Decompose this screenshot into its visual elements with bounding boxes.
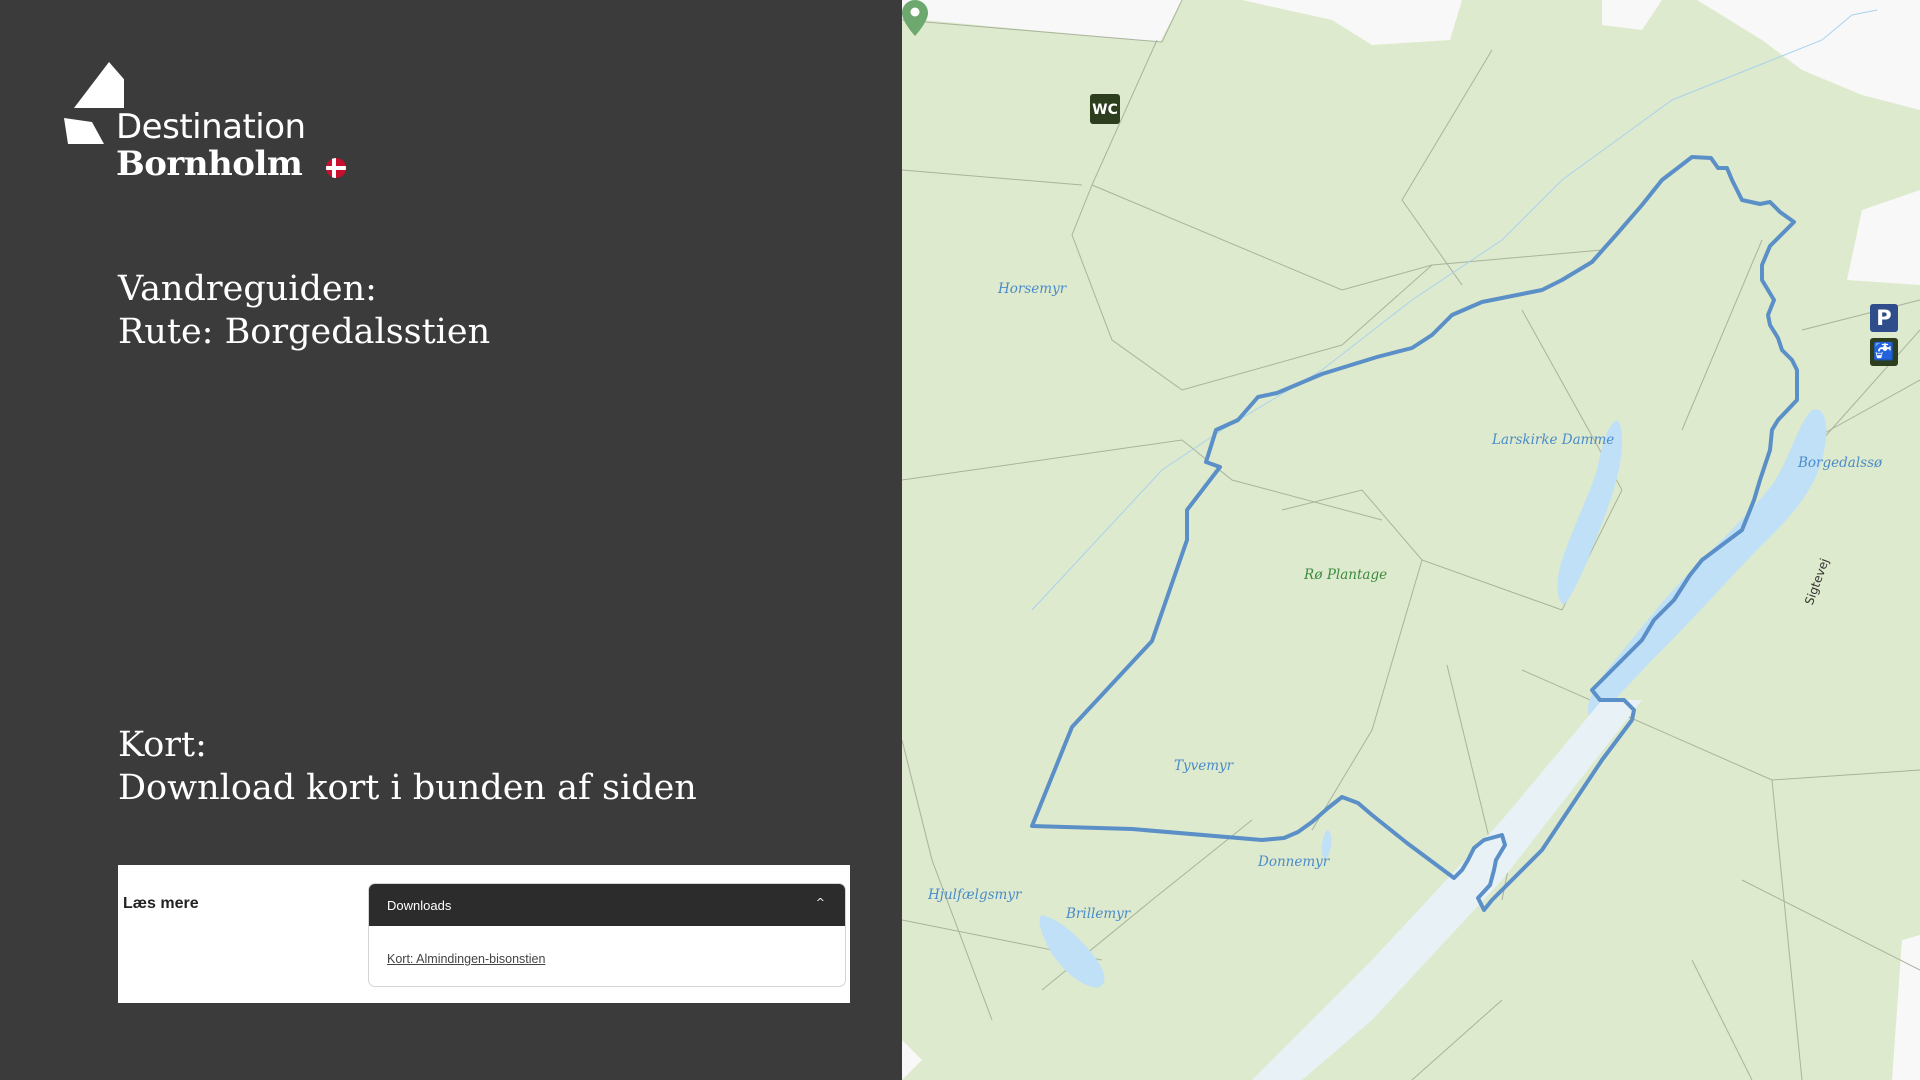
open-area (1697, 0, 1920, 110)
open-area (1892, 935, 1920, 1080)
map-label-larskirke-damme: Larskirke Damme (1492, 432, 1615, 448)
download-map-link[interactable]: Kort: Almindingen-bisonstien (387, 952, 545, 966)
marsh-area (1252, 700, 1642, 1080)
map-label-tyvemyr: Tyvemyr (1174, 758, 1234, 774)
map-label-donnemyr: Donnemyr (1258, 854, 1330, 870)
water-tap-icon[interactable]: 🚰 (1870, 338, 1898, 366)
map-canvas (902, 0, 1920, 1080)
route-heading-line1: Vandreguiden: (118, 269, 377, 309)
route-heading: Vandreguiden: Rute: Borgedalsstien (118, 268, 490, 354)
map-heading-line1: Kort: (118, 725, 207, 765)
location-pin-icon[interactable] (902, 0, 928, 36)
map-heading: Kort: Download kort i bunden af siden (118, 724, 697, 810)
logo-text-bornholm: Bornholm (116, 144, 303, 184)
map-heading-line2: Download kort i bunden af siden (118, 768, 697, 808)
open-area (1602, 0, 1662, 30)
downloads-section: Læs mere Downloads ^ Kort: Almindingen-b… (118, 865, 850, 1003)
downloads-accordion-title: Downloads (387, 898, 452, 913)
map-label-ro-plantage: Rø Plantage (1304, 567, 1388, 583)
chevron-up-icon: ^ (815, 896, 825, 909)
destination-bornholm-logo[interactable]: Destination Bornholm (64, 62, 364, 192)
parking-icon[interactable]: P (1870, 304, 1898, 332)
map-label-borgedalsso: Borgedalssø (1798, 455, 1883, 471)
info-panel: Destination Bornholm Vandreguiden: Rute:… (0, 0, 902, 1080)
danish-flag-icon (326, 158, 346, 178)
toilet-icon[interactable]: WC (1090, 94, 1120, 124)
open-area (1242, 0, 1462, 45)
open-area (902, 1040, 922, 1080)
downloads-accordion: Downloads ^ Kort: Almindingen-bisonstien (368, 883, 846, 987)
downloads-accordion-toggle[interactable]: Downloads ^ (369, 884, 845, 926)
logo-text-destination: Destination (116, 107, 306, 147)
route-map[interactable]: Horsemyr Larskirke Damme Borgedalssø Rø … (902, 0, 1920, 1080)
open-area (1847, 190, 1920, 285)
map-label-brillemyr: Brillemyr (1066, 906, 1131, 922)
open-area (902, 0, 1182, 42)
route-heading-line2: Rute: Borgedalsstien (118, 312, 491, 352)
read-more-label: Læs mere (123, 895, 199, 912)
map-label-horsemyr: Horsemyr (998, 281, 1067, 297)
map-label-hjulfaelgsmyr: Hjulfælgsmyr (928, 887, 1022, 903)
logo-mark-icon (64, 62, 124, 144)
